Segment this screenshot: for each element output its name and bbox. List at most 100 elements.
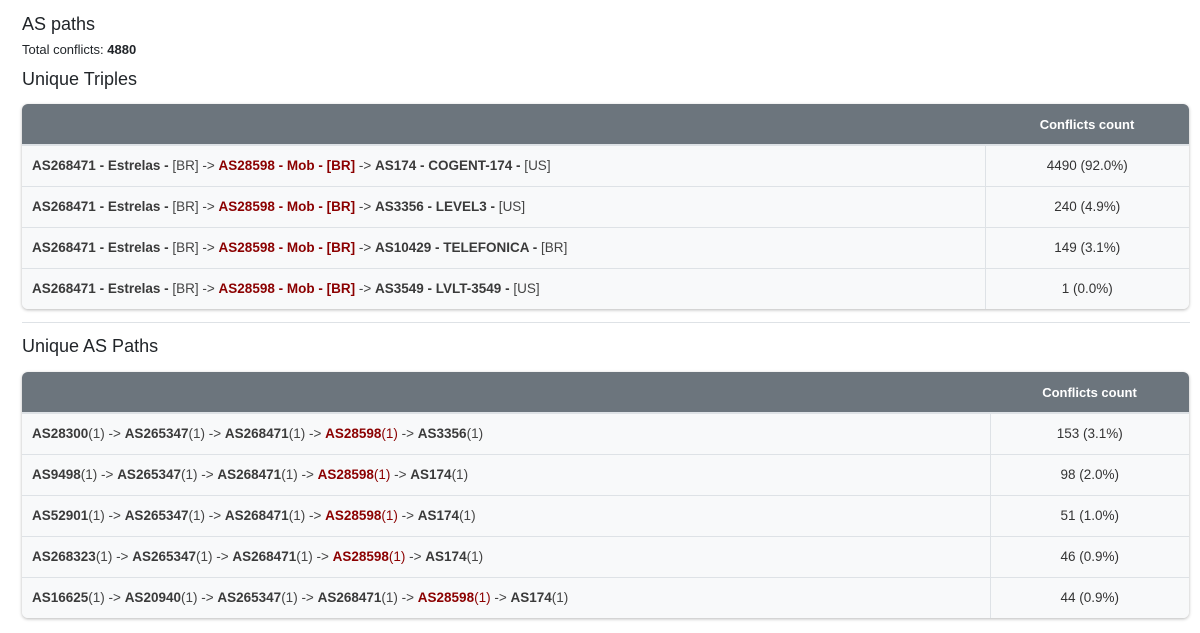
path-arrow: -> (197, 467, 218, 482)
as-hop[interactable]: AS28598 - Mob - [BR] (219, 199, 356, 214)
country-code: [BR] (172, 158, 199, 174)
path-column-header[interactable] (22, 104, 985, 145)
as-path-cell: AS28300(1) -> AS265347(1) -> AS268471(1)… (22, 412, 990, 454)
path-arrow: -> (397, 426, 418, 442)
as-hop[interactable]: AS265347(1) (217, 590, 297, 605)
path-arrow: -> (97, 467, 118, 482)
country-code: [US] (498, 199, 526, 214)
as-path-cell: AS9498(1) -> AS265347(1) -> AS268471(1) … (22, 453, 990, 495)
as-hop[interactable]: AS265347(1) (132, 549, 212, 564)
path-column-header[interactable] (22, 372, 990, 413)
as-hop[interactable]: AS265347(1) (125, 426, 205, 441)
country-code: [BR] (172, 240, 199, 255)
prepend-count: (1) (474, 590, 491, 606)
separator: - (274, 199, 287, 214)
prepend-count: (1) (95, 549, 113, 564)
total-conflicts-value: 4880 (107, 42, 137, 57)
conflicts-count-column-header[interactable]: Conflicts count (985, 104, 1189, 145)
as-hop[interactable]: AS3356(1) (418, 426, 483, 441)
as-name: Estrelas (107, 158, 161, 174)
as-hop[interactable]: AS268471 - Estrelas - [BR] (32, 158, 199, 173)
path-arrow: -> (198, 158, 219, 174)
as-hop[interactable]: AS28598 - Mob - [BR] (219, 158, 356, 173)
conflicts-count-cell: 51 (1.0%) (989, 494, 1189, 536)
as-number: AS265347 (132, 549, 197, 564)
as-hop[interactable]: AS28300(1) (32, 426, 105, 441)
as-name: Mob (286, 281, 315, 297)
as-number: AS174 (425, 549, 467, 564)
path-arrow: -> (397, 590, 418, 606)
as-hop[interactable]: AS52901(1) (32, 508, 105, 523)
as-number: AS268471 (224, 426, 289, 442)
as-hop[interactable]: AS265347(1) (125, 508, 205, 523)
as-hop[interactable]: AS268471 - Estrelas - [BR] (32, 240, 199, 255)
as-number: AS268471 (32, 199, 96, 214)
as-name: TELEFONICA (443, 240, 530, 255)
path-arrow: -> (397, 508, 418, 523)
as-hop[interactable]: AS265347(1) (117, 467, 197, 482)
total-conflicts-label: Total conflicts: (22, 42, 104, 57)
as-hop[interactable]: AS3549 - LVLT-3549 - [US] (375, 281, 540, 296)
as-number: AS9498 (32, 467, 81, 482)
as-number: AS52901 (32, 508, 89, 523)
as-number: AS16625 (32, 590, 89, 606)
separator: - (314, 158, 327, 174)
prepend-count: (1) (381, 590, 398, 606)
as-hop[interactable]: AS16625(1) (32, 590, 105, 605)
as-hop[interactable]: AS268471(1) (217, 467, 297, 482)
prepend-count: (1) (180, 590, 198, 606)
as-number: AS174 (410, 467, 452, 482)
as-hop[interactable]: AS28598(1) (418, 590, 491, 605)
as-hop[interactable]: AS9498(1) (32, 467, 97, 482)
separator: - (486, 199, 499, 214)
prepend-count: (1) (281, 467, 298, 482)
as-hop[interactable]: AS20940(1) (125, 590, 198, 605)
as-hop[interactable]: AS28598(1) (325, 426, 398, 441)
as-number: AS265347 (124, 508, 189, 523)
path-arrow: -> (390, 467, 411, 482)
as-hop[interactable]: AS174(1) (418, 508, 476, 523)
as-triple-cell: AS268471 - Estrelas - [BR] -> AS28598 - … (22, 226, 985, 268)
as-hop[interactable]: AS28598(1) (333, 549, 406, 564)
path-arrow: -> (198, 240, 219, 255)
conflicts-count-cell: 46 (0.9%) (989, 535, 1189, 577)
as-triple-cell: AS268471 - Estrelas - [BR] -> AS28598 - … (22, 185, 985, 227)
path-arrow: -> (198, 281, 219, 297)
table-row: AS268471 - Estrelas - [BR] -> AS28598 - … (22, 267, 1189, 309)
as-hop[interactable]: AS268323(1) (32, 549, 112, 564)
unique-triples-table-card: Conflicts count AS268471 - Estrelas - [B… (22, 104, 1189, 309)
separator: - (314, 240, 327, 255)
as-number: AS174 (374, 158, 417, 174)
prepend-count: (1) (466, 549, 484, 564)
as-hop[interactable]: AS268471 - Estrelas - [BR] (32, 199, 199, 214)
as-hop[interactable]: AS10429 - TELEFONICA - [BR] (375, 240, 567, 255)
prepend-count: (1) (466, 426, 484, 442)
as-hop[interactable]: AS174 - COGENT-174 - [US] (375, 158, 551, 173)
prepend-count: (1) (288, 426, 306, 442)
as-hop[interactable]: AS28598(1) (318, 467, 391, 482)
as-number: AS28598 (218, 240, 275, 255)
as-hop[interactable]: AS28598 - Mob - [BR] (219, 281, 356, 296)
prepend-count: (1) (88, 590, 105, 606)
table-row: AS268323(1) -> AS265347(1) -> AS268471(1… (22, 535, 1189, 577)
as-number: AS174 (510, 590, 552, 606)
conflicts-count-column-header[interactable]: Conflicts count (990, 372, 1189, 413)
as-hop[interactable]: AS3356 - LEVEL3 - [US] (375, 199, 525, 214)
as-hop[interactable]: AS268471(1) (225, 508, 305, 523)
as-hop[interactable]: AS174(1) (410, 467, 468, 482)
as-name: Estrelas (107, 240, 161, 255)
path-arrow: -> (112, 549, 133, 564)
as-hop[interactable]: AS268471(1) (318, 590, 398, 605)
as-hop[interactable]: AS268471(1) (232, 549, 312, 564)
as-number: AS268471 (217, 467, 282, 482)
as-hop[interactable]: AS28598(1) (325, 508, 398, 523)
as-hop[interactable]: AS174(1) (425, 549, 483, 564)
separator: - (95, 281, 108, 297)
as-hop[interactable]: AS268471 - Estrelas - [BR] (32, 281, 199, 296)
as-hop[interactable]: AS268471(1) (225, 426, 305, 441)
table-row: AS16625(1) -> AS20940(1) -> AS265347(1) … (22, 576, 1189, 618)
as-hop[interactable]: AS28598 - Mob - [BR] (219, 240, 356, 255)
as-hop[interactable]: AS174(1) (510, 590, 568, 605)
country-code: [BR] (326, 199, 356, 214)
path-arrow: -> (104, 426, 125, 442)
